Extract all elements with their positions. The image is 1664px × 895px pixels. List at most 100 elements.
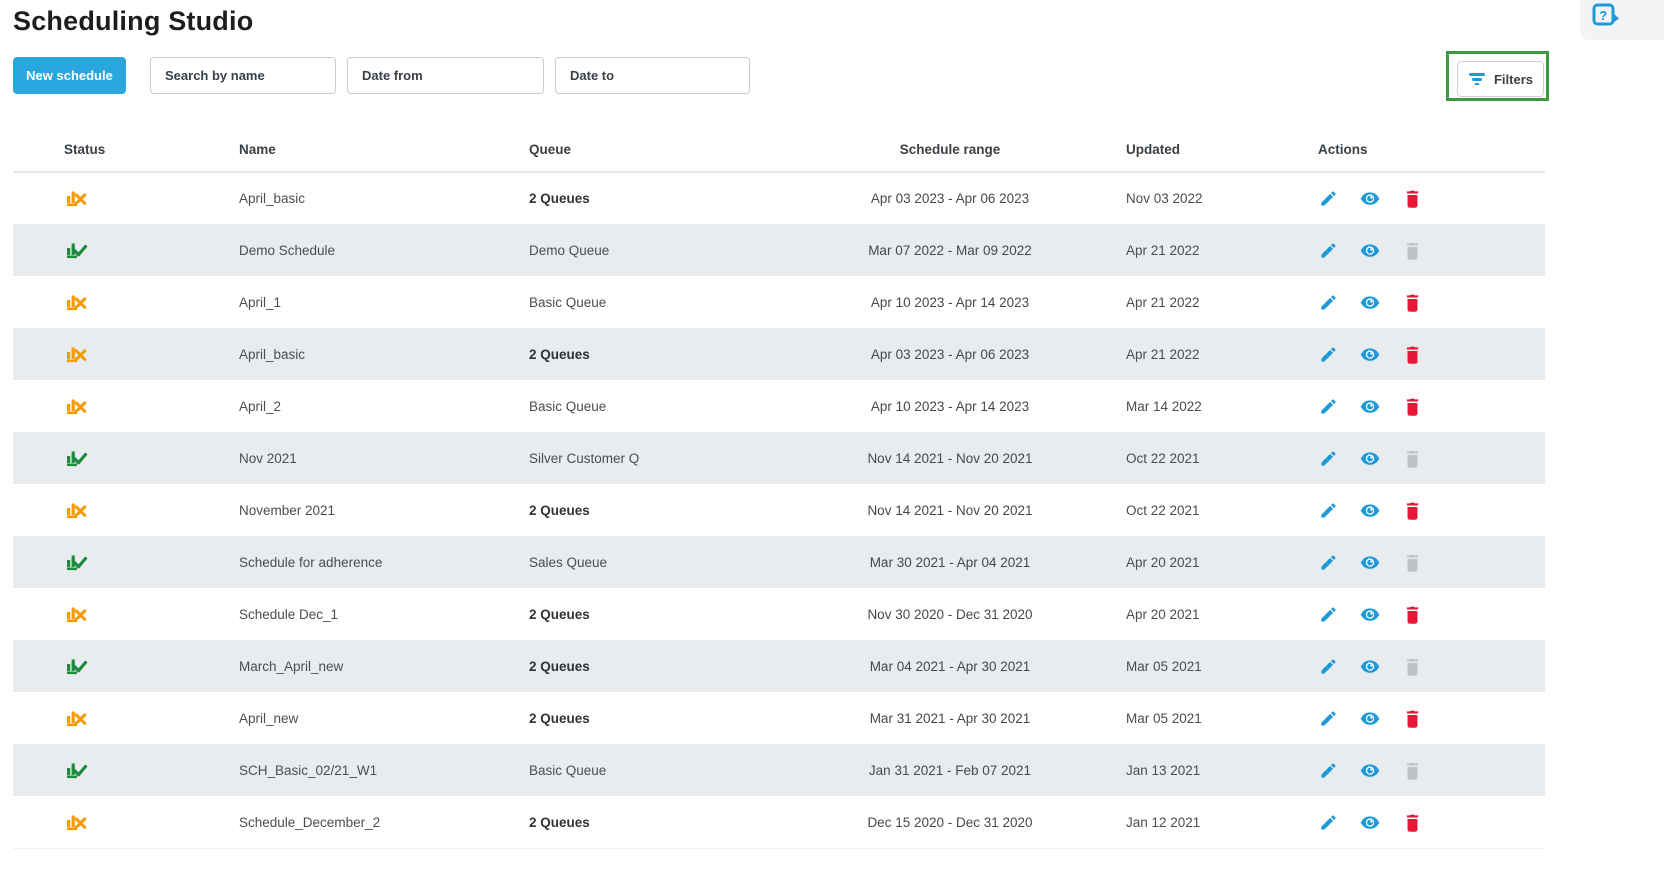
edit-pencil-icon[interactable]: [1318, 501, 1338, 521]
status-unpublished-icon: [64, 341, 88, 365]
new-schedule-button[interactable]: New schedule: [13, 57, 126, 94]
edit-pencil-icon[interactable]: [1318, 709, 1338, 729]
view-eye-icon[interactable]: [1360, 241, 1380, 261]
column-header-name: Name: [239, 142, 276, 157]
view-eye-icon[interactable]: [1360, 293, 1380, 313]
edit-pencil-icon[interactable]: [1318, 605, 1338, 625]
table-row: April_1 Basic Queue Apr 10 2023 - Apr 14…: [13, 277, 1545, 329]
schedule-name: Demo Schedule: [239, 243, 336, 258]
delete-trash-icon: [1402, 553, 1422, 573]
view-eye-icon[interactable]: [1360, 813, 1380, 833]
table-row: Schedule Dec_1 2 Queues Nov 30 2020 - De…: [13, 589, 1545, 641]
updated-date: Oct 22 2021: [1126, 503, 1200, 518]
updated-date: Jan 13 2021: [1126, 763, 1201, 778]
help-button[interactable]: ?: [1580, 0, 1664, 40]
edit-pencil-icon[interactable]: [1318, 397, 1338, 417]
edit-pencil-icon[interactable]: [1318, 189, 1338, 209]
search-input[interactable]: [150, 57, 336, 94]
delete-trash-icon: [1402, 449, 1422, 469]
schedule-range: Apr 03 2023 - Apr 06 2023: [870, 191, 1030, 206]
table-row: April_new 2 Queues Mar 31 2021 - Apr 30 …: [13, 693, 1545, 745]
queue-label: Sales Queue: [529, 555, 608, 570]
edit-pencil-icon[interactable]: [1318, 293, 1338, 313]
schedule-range: Jan 31 2021 - Feb 07 2021: [868, 763, 1032, 778]
view-eye-icon[interactable]: [1360, 501, 1380, 521]
table-row: November 2021 2 Queues Nov 14 2021 - Nov…: [13, 485, 1545, 537]
view-eye-icon[interactable]: [1360, 761, 1380, 781]
delete-trash-icon[interactable]: [1402, 709, 1422, 729]
chart-x-icon: [67, 295, 87, 311]
schedule-name: April_new: [239, 711, 299, 726]
delete-trash-icon[interactable]: [1402, 189, 1422, 209]
delete-trash-icon: [1402, 761, 1422, 781]
view-eye-icon[interactable]: [1360, 397, 1380, 417]
schedule-range: Mar 07 2022 - Mar 09 2022: [868, 243, 1032, 258]
queue-label: 2 Queues: [529, 503, 590, 518]
chart-x-icon: [67, 191, 87, 207]
edit-pencil-icon[interactable]: [1318, 761, 1338, 781]
date-to-input[interactable]: [555, 57, 750, 94]
filters-button[interactable]: Filters: [1457, 61, 1544, 97]
view-eye-icon[interactable]: [1360, 345, 1380, 365]
delete-trash-icon[interactable]: [1402, 605, 1422, 625]
table-row: March_April_new 2 Queues Mar 04 2021 - A…: [13, 641, 1545, 693]
queue-label: Demo Queue: [529, 243, 610, 258]
schedule-name: March_April_new: [239, 659, 344, 674]
schedule-name: November 2021: [239, 503, 336, 518]
edit-pencil-icon[interactable]: [1318, 345, 1338, 365]
updated-date: Jan 12 2021: [1126, 815, 1201, 830]
queue-label: Basic Queue: [529, 399, 607, 414]
schedule-name: SCH_Basic_02/21_W1: [239, 763, 378, 778]
svg-text:?: ?: [1599, 8, 1607, 23]
toolbar: New schedule: [13, 57, 1664, 95]
edit-pencil-icon[interactable]: [1318, 553, 1338, 573]
status-unpublished-icon: [64, 809, 88, 833]
status-unpublished-icon: [64, 289, 88, 313]
chart-check-icon: [67, 451, 88, 467]
view-eye-icon[interactable]: [1360, 553, 1380, 573]
filters-button-label: Filters: [1493, 71, 1533, 87]
view-eye-icon[interactable]: [1360, 709, 1380, 729]
table-row: April_basic 2 Queues Apr 03 2023 - Apr 0…: [13, 173, 1545, 225]
delete-trash-icon[interactable]: [1402, 293, 1422, 313]
edit-pencil-icon[interactable]: [1318, 813, 1338, 833]
view-eye-icon[interactable]: [1360, 189, 1380, 209]
schedule-range: Dec 15 2020 - Dec 31 2020: [867, 815, 1033, 830]
status-unpublished-icon: [64, 497, 88, 521]
updated-date: Oct 22 2021: [1126, 451, 1200, 466]
schedules-table: Status Name Queue Schedule range Updated…: [13, 128, 1545, 849]
chart-x-icon: [67, 711, 87, 727]
delete-trash-icon[interactable]: [1402, 501, 1422, 521]
updated-date: Nov 03 2022: [1126, 191, 1203, 206]
help-question-bubble-icon: ?: [1592, 3, 1619, 30]
queue-label: 2 Queues: [529, 711, 590, 726]
queue-label: 2 Queues: [529, 347, 590, 362]
updated-date: Apr 21 2022: [1126, 347, 1200, 362]
status-published-icon: [64, 237, 88, 261]
delete-trash-icon[interactable]: [1402, 345, 1422, 365]
status-published-icon: [64, 549, 88, 573]
view-eye-icon[interactable]: [1360, 449, 1380, 469]
edit-pencil-icon[interactable]: [1318, 449, 1338, 469]
edit-pencil-icon[interactable]: [1318, 241, 1338, 261]
queue-label: 2 Queues: [529, 191, 590, 206]
table-row: Schedule for adherence Sales Queue Mar 3…: [13, 537, 1545, 589]
updated-date: Apr 21 2022: [1126, 295, 1200, 310]
delete-trash-icon[interactable]: [1402, 397, 1422, 417]
chart-check-icon: [67, 659, 88, 675]
queue-label: Silver Customer Q: [529, 451, 640, 466]
queue-label: 2 Queues: [529, 659, 590, 674]
updated-date: Mar 14 2022: [1126, 399, 1202, 414]
schedule-range: Apr 03 2023 - Apr 06 2023: [870, 347, 1030, 362]
date-from-input[interactable]: [347, 57, 544, 94]
view-eye-icon[interactable]: [1360, 605, 1380, 625]
view-eye-icon[interactable]: [1360, 657, 1380, 677]
schedule-range: Apr 10 2023 - Apr 14 2023: [870, 399, 1030, 414]
delete-trash-icon: [1402, 241, 1422, 261]
table-row: April_basic 2 Queues Apr 03 2023 - Apr 0…: [13, 329, 1545, 381]
edit-pencil-icon[interactable]: [1318, 657, 1338, 677]
queue-label: Basic Queue: [529, 763, 607, 778]
delete-trash-icon[interactable]: [1402, 813, 1422, 833]
column-header-queue: Queue: [529, 142, 572, 157]
schedule-name: Schedule Dec_1: [239, 607, 339, 622]
